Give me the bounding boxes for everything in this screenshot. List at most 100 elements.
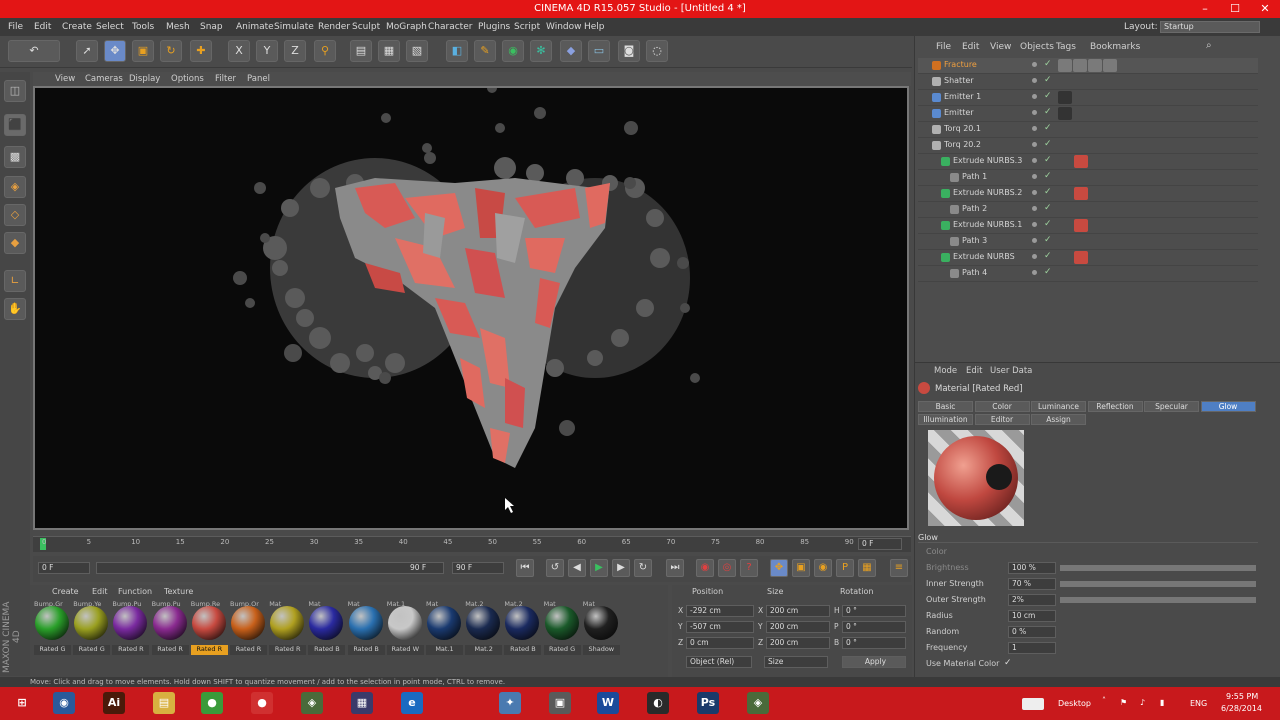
coord-mode-select[interactable]: Object (Rel): [686, 656, 752, 668]
tweak-mode-icon[interactable]: ✋: [4, 298, 26, 320]
object-name[interactable]: Torq 20.2: [944, 140, 981, 149]
menu-item-window[interactable]: Window: [546, 22, 582, 32]
material-thumbnail[interactable]: Mat Rated G: [543, 600, 581, 656]
material-thumbnail[interactable]: Mat Rated R: [269, 600, 307, 656]
x-axis-lock-icon[interactable]: X: [228, 40, 250, 62]
timeline-ruler[interactable]: [33, 536, 911, 552]
material-menu-create[interactable]: Create: [52, 587, 79, 596]
floor-icon[interactable]: ▭: [588, 40, 610, 62]
visibility-dot-icon[interactable]: [1032, 110, 1037, 115]
menu-item-script[interactable]: Script: [514, 22, 540, 32]
visibility-dot-icon[interactable]: [1032, 254, 1037, 259]
go-to-end-icon[interactable]: ⏭: [666, 559, 684, 577]
size-x-field[interactable]: 200 cm: [766, 605, 830, 617]
go-to-start-icon[interactable]: ⏮: [516, 559, 534, 577]
visibility-dot-icon[interactable]: [1032, 94, 1037, 99]
position-x-field[interactable]: -292 cm: [686, 605, 754, 617]
menu-item-character[interactable]: Character: [428, 22, 472, 32]
visibility-dot-icon[interactable]: [1032, 126, 1037, 131]
enable-check-icon[interactable]: ✓: [1044, 187, 1052, 197]
array-icon[interactable]: ✻: [530, 40, 552, 62]
material-menu-edit[interactable]: Edit: [92, 587, 108, 596]
field-value-random[interactable]: 0 %: [1008, 626, 1056, 638]
tab-editor[interactable]: Editor: [974, 414, 1030, 425]
enable-check-icon[interactable]: ✓: [1044, 219, 1052, 229]
taskbar-photoshop[interactable]: Ps: [686, 688, 730, 719]
visibility-dot-icon[interactable]: [1032, 238, 1037, 243]
layout-select[interactable]: Startup: [1160, 21, 1260, 33]
menu-item-render[interactable]: Render: [318, 22, 350, 32]
object-row[interactable]: Path 4 ✓: [918, 266, 1258, 282]
light-icon[interactable]: ◌: [646, 40, 668, 62]
tab-illumination[interactable]: Illumination: [918, 414, 973, 425]
move-tool-icon[interactable]: ✥: [104, 40, 126, 62]
cube-object-icon[interactable]: ◧: [446, 40, 468, 62]
object-row[interactable]: Extrude NURBS.2 ✓: [918, 186, 1258, 202]
object-name[interactable]: Extrude NURBS: [953, 252, 1015, 261]
material-thumbnail[interactable]: Bump.Pu Rated R: [112, 600, 150, 656]
key-parameter-icon[interactable]: P: [836, 559, 854, 577]
material-menu-texture[interactable]: Texture: [164, 587, 193, 596]
field-slider[interactable]: [1060, 581, 1256, 587]
select-arrow-icon[interactable]: ➚: [76, 40, 98, 62]
object-name[interactable]: Path 3: [962, 236, 987, 245]
taskbar-media[interactable]: ▦: [340, 688, 384, 719]
coord-size-mode-select[interactable]: Size: [764, 656, 828, 668]
visibility-dot-icon[interactable]: [1032, 222, 1037, 227]
object-name[interactable]: Extrude NURBS.1: [953, 220, 1022, 229]
material-thumbnail[interactable]: Mat Rated B: [308, 600, 346, 656]
object-menu-file[interactable]: File: [936, 42, 951, 52]
spline-pen-icon[interactable]: ✎: [474, 40, 496, 62]
visibility-dot-icon[interactable]: [1032, 62, 1037, 67]
object-row[interactable]: Torq 20.2 ✓: [918, 138, 1258, 154]
tab-basic[interactable]: Basic: [918, 401, 973, 412]
make-editable-icon[interactable]: ◫: [4, 80, 26, 102]
enable-check-icon[interactable]: ✓: [1044, 75, 1052, 85]
rotation-b-field[interactable]: 0 °: [842, 637, 906, 649]
tab-luminance[interactable]: Luminance: [1031, 401, 1086, 412]
deformer-icon[interactable]: ◆: [560, 40, 582, 62]
object-name[interactable]: Emitter 1: [944, 92, 981, 101]
material-thumbnail[interactable]: Mat.2 Rated B: [504, 600, 542, 656]
visibility-dot-icon[interactable]: [1032, 270, 1037, 275]
edges-mode-icon[interactable]: ◇: [4, 204, 26, 226]
field-value-inner-strength[interactable]: 70 %: [1008, 578, 1056, 590]
position-z-field[interactable]: 0 cm: [686, 637, 754, 649]
field-value-radius[interactable]: 10 cm: [1008, 610, 1056, 622]
menu-item-mesh[interactable]: Mesh: [166, 22, 190, 32]
clock-date[interactable]: 6/28/2014: [1221, 704, 1262, 713]
taskbar-tools[interactable]: ✦: [488, 688, 532, 719]
tag-icon[interactable]: [1073, 59, 1087, 72]
object-name[interactable]: Path 4: [962, 268, 987, 277]
frame-range-slider[interactable]: [96, 562, 444, 574]
object-name[interactable]: Fracture: [944, 60, 977, 69]
close-button[interactable]: ✕: [1250, 0, 1280, 18]
material-thumbnail[interactable]: Mat Shadow: [582, 600, 620, 656]
object-row[interactable]: Emitter ✓: [918, 106, 1258, 122]
material-thumbnail[interactable]: Mat.1 Rated W: [386, 600, 424, 656]
visibility-dot-icon[interactable]: [1032, 142, 1037, 147]
material-thumbnail[interactable]: Mat Rated B: [347, 600, 385, 656]
key-pla-icon[interactable]: ▦: [858, 559, 876, 577]
max-frame-field[interactable]: 90 F: [452, 562, 504, 574]
object-menu-tags[interactable]: Tags: [1056, 42, 1076, 52]
object-name[interactable]: Torq 20.1: [944, 124, 981, 133]
keyframe-selection-icon[interactable]: ?: [740, 559, 758, 577]
previous-key-icon[interactable]: ↺: [546, 559, 564, 577]
material-thumbnail[interactable]: Mat Mat.1: [426, 600, 463, 656]
attribute-menu-mode[interactable]: Mode: [934, 366, 957, 376]
enable-check-icon[interactable]: ✓: [1044, 155, 1052, 165]
axis-mode-icon[interactable]: ∟: [4, 270, 26, 292]
material-thumbnail[interactable]: Bump.Or Rated R: [230, 600, 267, 656]
key-position-icon[interactable]: ✥: [770, 559, 788, 577]
flag-icon[interactable]: ⚑: [1120, 698, 1127, 707]
viewport-menu-options[interactable]: Options: [171, 74, 204, 84]
minimize-button[interactable]: –: [1190, 0, 1220, 18]
taskbar-record[interactable]: ●: [240, 688, 284, 719]
enable-check-icon[interactable]: ✓: [1044, 267, 1052, 277]
taskbar-folder[interactable]: ▣: [538, 688, 582, 719]
enable-check-icon[interactable]: ✓: [1044, 107, 1052, 117]
play-forward-icon[interactable]: ▶: [590, 559, 608, 577]
object-row[interactable]: Torq 20.1 ✓: [918, 122, 1258, 138]
enable-check-icon[interactable]: ✓: [1044, 171, 1052, 181]
